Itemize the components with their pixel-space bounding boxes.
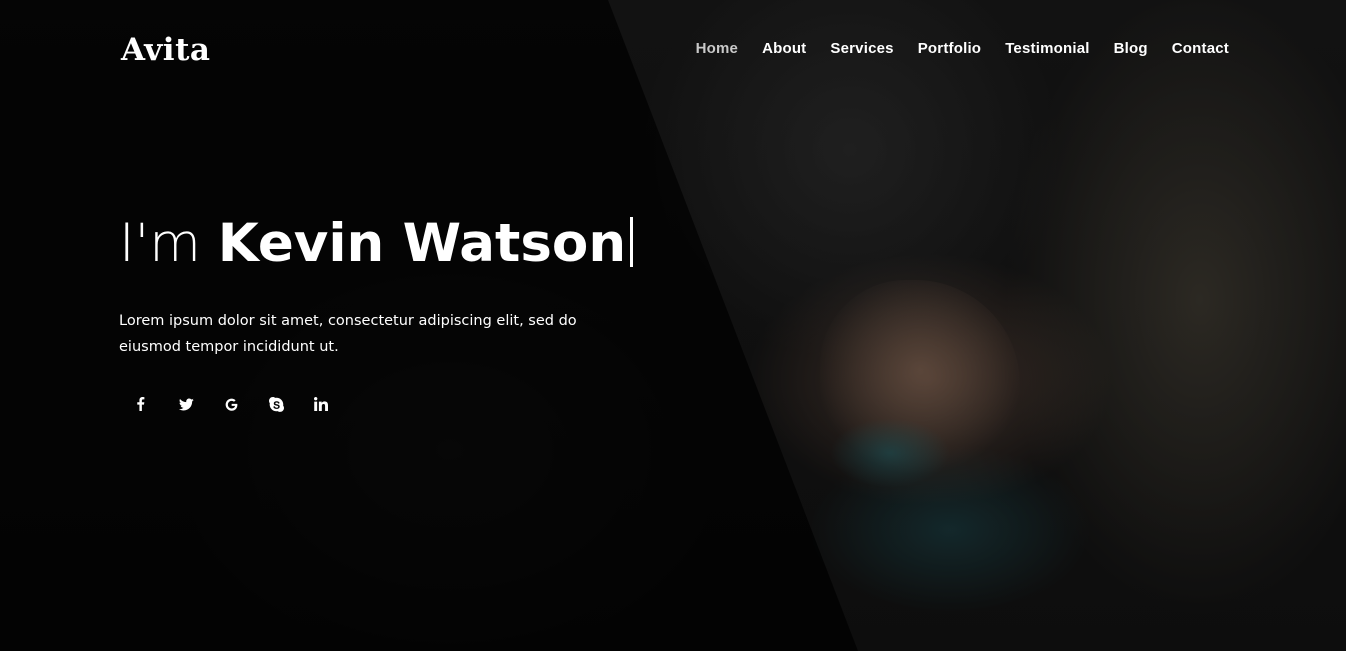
nav-link-testimonial[interactable]: Testimonial — [1005, 40, 1089, 57]
nav-item-contact: Contact — [1172, 38, 1229, 60]
navbar: Avita Home About Services Portfolio Test… — [0, 0, 1346, 100]
nav-link-portfolio[interactable]: Portfolio — [918, 40, 981, 57]
typing-cursor — [630, 217, 634, 267]
nav-link-about[interactable]: About — [762, 40, 806, 57]
nav-item-about: About — [762, 38, 806, 60]
site-logo[interactable]: Avita — [121, 30, 211, 70]
nav-link-services[interactable]: Services — [830, 40, 893, 57]
nav-item-services: Services — [830, 38, 893, 60]
nav-link-contact[interactable]: Contact — [1172, 40, 1229, 57]
google-icon[interactable] — [217, 390, 245, 418]
headline-greeting: I'm — [119, 213, 201, 274]
hero-content: I'm Kevin Watson Lorem ipsum dolor sit a… — [119, 210, 639, 418]
nav-link-home[interactable]: Home — [696, 40, 738, 57]
nav-link-blog[interactable]: Blog — [1114, 40, 1148, 57]
nav-item-home: Home — [696, 38, 738, 60]
hero-section: Avita Home About Services Portfolio Test… — [0, 0, 1346, 651]
hero-headline: I'm Kevin Watson — [119, 210, 639, 278]
nav-item-testimonial: Testimonial — [1005, 38, 1089, 60]
hero-description: Lorem ipsum dolor sit amet, consectetur … — [119, 313, 577, 355]
nav-item-blog: Blog — [1114, 38, 1148, 60]
social-links — [127, 390, 639, 418]
facebook-icon[interactable] — [127, 390, 155, 418]
headline-name: Kevin Watson — [217, 213, 627, 274]
nav-item-portfolio: Portfolio — [918, 38, 981, 60]
nav-menu: Home About Services Portfolio Testimonia… — [696, 38, 1229, 60]
linkedin-icon[interactable] — [307, 390, 335, 418]
twitter-icon[interactable] — [172, 390, 200, 418]
skype-icon[interactable] — [262, 390, 290, 418]
